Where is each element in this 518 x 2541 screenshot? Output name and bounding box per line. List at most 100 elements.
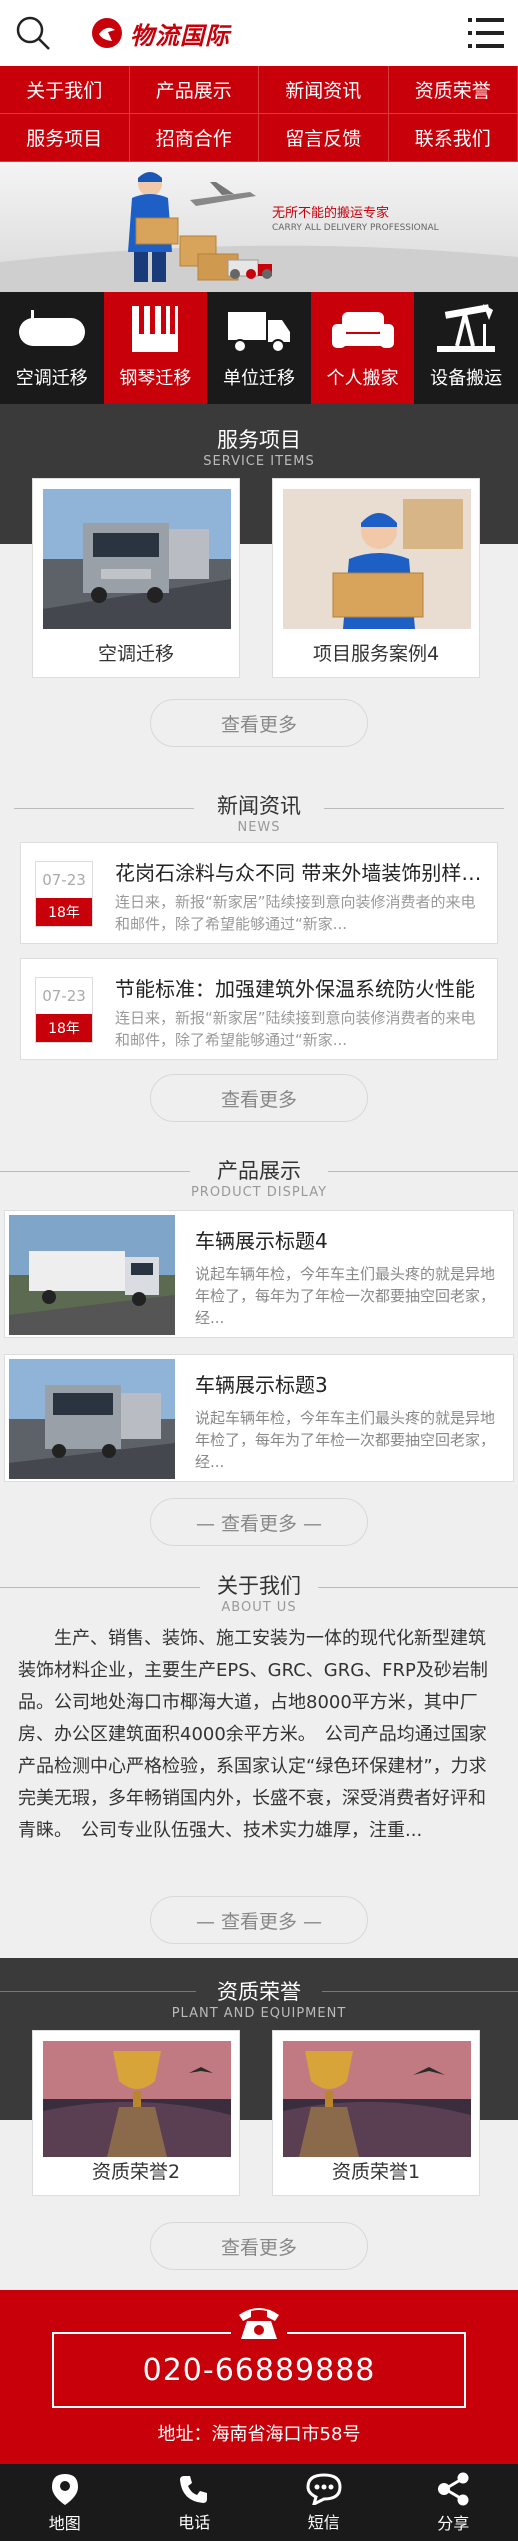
honor-section-title: 资质荣誉 PLANT AND EQUIPMENT	[0, 1976, 518, 2021]
message-icon	[306, 2472, 342, 2505]
logo-mark-icon	[92, 18, 122, 48]
banner-subtext: CARRY ALL DELIVERY PROFESSIONAL	[272, 223, 439, 233]
search-icon[interactable]	[14, 14, 52, 52]
service-label: 设备搬运	[430, 368, 503, 389]
product-summary: 说起车辆年检，今年车主们最头疼的就是异地年检了，每年为了年检一次都要抽空回老家，…	[195, 1409, 496, 1471]
bottom-label: 分享	[437, 2513, 470, 2533]
honor-more-button[interactable]: 查看更多	[150, 2222, 368, 2270]
service-card-caption: 空调迁移	[97, 642, 174, 665]
honor-card-image	[43, 2041, 231, 2157]
logo[interactable]: 物流国际	[92, 16, 230, 50]
nav-item[interactable]: 关于我们	[0, 66, 130, 114]
honor-card-image	[283, 2041, 471, 2157]
nav-item[interactable]: 产品展示	[129, 66, 259, 114]
header: 物流国际	[0, 0, 518, 66]
nav-item[interactable]: 留言反馈	[259, 114, 389, 162]
section-subtitle: PLANT AND EQUIPMENT	[171, 2006, 347, 2021]
piano-icon	[132, 306, 179, 352]
news-title[interactable]: 花岗石涂料与众不同 带来外墙装饰别样风情	[115, 857, 485, 886]
news-section-title: 新闻资讯 NEWS	[0, 790, 518, 835]
about-text: 生产、销售、装饰、施工安装为一体的现代化新型建筑装饰材料企业，主要生产EPS、G…	[18, 1628, 488, 1841]
service-category-bar: 空调迁移 钢琴迁移 单位迁移 个人搬家 设备搬运	[0, 292, 518, 404]
logo-text: 物流国际	[130, 21, 230, 50]
service-card[interactable]: 空调迁移	[32, 478, 240, 678]
product-image	[9, 1215, 175, 1335]
service-label: 个人搬家	[326, 368, 399, 389]
banner-dot[interactable]	[262, 269, 272, 279]
banner[interactable]: 无所不能的搬运专家 CARRY ALL DELIVERY PROFESSIONA…	[0, 162, 518, 292]
bottom-sms-button[interactable]: 短信	[259, 2464, 389, 2541]
banner-slogan: 无所不能的搬运专家	[272, 206, 390, 221]
section-title: 新闻资讯	[217, 794, 301, 818]
products-section-title: 产品展示 PRODUCT DISPLAY	[0, 1155, 518, 1200]
contact-section: 020-66889888 地址：海南省海口市58号	[0, 2290, 518, 2464]
service-more-button[interactable]: 查看更多	[150, 699, 368, 747]
news-summary: 连日来，新报“新家居”陆续接到意向装修消费者的来电和邮件，除了希望能够通过“新家…	[115, 893, 476, 933]
banner-dot-active[interactable]	[246, 269, 256, 279]
honor-card[interactable]: 资质荣誉1	[272, 2030, 480, 2196]
sofa-icon	[331, 312, 394, 348]
banner-pagination	[230, 269, 272, 279]
bottom-label: 短信	[307, 2512, 340, 2532]
main-nav: 关于我们 产品展示 新闻资讯 资质荣誉 服务项目 招商合作 留言反馈 联系我们	[0, 66, 518, 162]
nav-item[interactable]: 联系我们	[388, 114, 518, 162]
bottom-map-button[interactable]: 地图	[0, 2464, 130, 2541]
news-day: 07-23	[42, 871, 86, 889]
section-title: 关于我们	[217, 1574, 301, 1598]
bottom-label: 地图	[48, 2513, 81, 2533]
section-title: 资质荣誉	[217, 1980, 301, 2004]
nav-item[interactable]: 服务项目	[0, 114, 130, 162]
air-conditioner-icon	[18, 310, 85, 346]
news-more-button[interactable]: 查看更多	[150, 1074, 368, 1122]
service-item-ac[interactable]: 空调迁移	[0, 292, 104, 404]
honor-card-caption: 资质荣誉1	[331, 2160, 421, 2183]
news-day: 07-23	[42, 987, 86, 1005]
service-label: 单位迁移	[222, 368, 295, 389]
share-icon	[438, 2472, 469, 2505]
service-label: 钢琴迁移	[119, 368, 192, 389]
news-summary: 连日来，新报“新家居”陆续接到意向装修消费者的来电和邮件，除了希望能够通过“新家…	[115, 1009, 476, 1049]
news-title[interactable]: 节能标准：加强建筑外保温系统防火性能	[115, 973, 485, 1002]
section-subtitle: SERVICE ITEMS	[203, 454, 315, 469]
section-subtitle: NEWS	[237, 820, 281, 835]
nav-item[interactable]: 新闻资讯	[259, 66, 389, 114]
contact-address: 地址：海南省海口市58号	[157, 2424, 361, 2445]
bottom-toolbar: 地图 电话 短信 分享	[0, 2464, 518, 2541]
nav-item[interactable]: 资质荣誉	[388, 66, 518, 114]
honor-card[interactable]: 资质荣誉2	[32, 2030, 240, 2196]
bottom-phone-button[interactable]: 电话	[130, 2464, 260, 2541]
section-title: 产品展示	[217, 1159, 301, 1183]
service-item-company[interactable]: 单位迁移	[207, 292, 311, 404]
section-subtitle: ABOUT US	[221, 1600, 297, 1615]
news-date: 07-23 18年	[35, 861, 93, 927]
products-more-button[interactable]: — 查看更多 —	[150, 1498, 368, 1546]
truck-icon	[227, 312, 290, 353]
product-title[interactable]: 车辆展示标题4	[195, 1225, 328, 1254]
product-item[interactable]: 车辆展示标题4 说起车辆年检，今年车主们最头疼的就是异地年检了，每年为了年检一次…	[4, 1210, 514, 1338]
bottom-share-button[interactable]: 分享	[389, 2464, 518, 2541]
banner-dot[interactable]	[230, 269, 240, 279]
service-item-home[interactable]: 个人搬家	[310, 292, 415, 404]
about-more-button[interactable]: — 查看更多 —	[150, 1896, 368, 1944]
oil-pump-icon	[437, 304, 496, 352]
product-item[interactable]: 车辆展示标题3 说起车辆年检，今年车主们最头疼的就是异地年检了，每年为了年检一次…	[4, 1354, 514, 1482]
product-title[interactable]: 车辆展示标题3	[195, 1369, 328, 1398]
nav-item[interactable]: 招商合作	[129, 114, 259, 162]
telephone-icon	[231, 2296, 287, 2346]
product-summary: 说起车辆年检，今年车主们最头疼的就是异地年检了，每年为了年检一次都要抽空回老家，…	[195, 1265, 496, 1327]
service-card-image	[43, 489, 231, 629]
news-item[interactable]: 07-23 18年 节能标准：加强建筑外保温系统防火性能 连日来，新报“新家居”…	[20, 958, 498, 1060]
service-item-piano[interactable]: 钢琴迁移	[103, 292, 208, 404]
about-section-title: 关于我们 ABOUT US	[0, 1570, 518, 1615]
news-year: 18年	[36, 1014, 92, 1042]
service-card[interactable]: 项目服务案例4	[272, 478, 480, 678]
contact-phone-number[interactable]: 020-66889888	[143, 2353, 376, 2388]
service-item-equipment[interactable]: 设备搬运	[414, 292, 518, 404]
product-image	[9, 1359, 175, 1479]
service-label: 空调迁移	[15, 368, 88, 389]
news-item[interactable]: 07-23 18年 花岗石涂料与众不同 带来外墙装饰别样风情 连日来，新报“新家…	[20, 842, 498, 944]
service-card-caption: 项目服务案例4	[312, 642, 440, 665]
map-pin-icon	[51, 2473, 78, 2505]
menu-icon[interactable]	[468, 16, 504, 50]
news-year: 18年	[36, 898, 92, 926]
